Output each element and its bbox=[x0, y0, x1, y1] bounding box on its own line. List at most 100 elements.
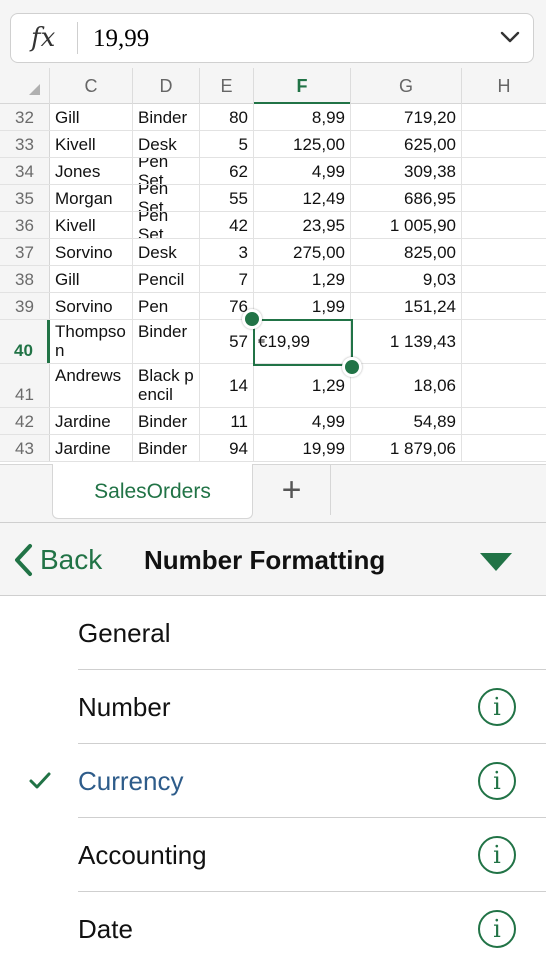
cell-g[interactable]: 825,00 bbox=[351, 239, 462, 265]
cell-e[interactable]: 55 bbox=[200, 185, 254, 211]
cell-e[interactable]: 94 bbox=[200, 435, 254, 461]
add-sheet-button[interactable]: + bbox=[253, 465, 331, 515]
cell-f[interactable]: 4,99 bbox=[254, 158, 351, 184]
row-header[interactable]: 32 bbox=[0, 104, 50, 130]
cell-d[interactable]: Binder bbox=[133, 320, 200, 363]
info-icon[interactable]: i bbox=[478, 836, 516, 874]
cell-d[interactable]: Desk bbox=[133, 131, 200, 157]
format-option-general[interactable]: General bbox=[0, 596, 546, 670]
cell-e[interactable]: 7 bbox=[200, 266, 254, 292]
row-header[interactable]: 36 bbox=[0, 212, 50, 238]
cell-g[interactable]: 151,24 bbox=[351, 293, 462, 319]
cell-d[interactable]: Binder bbox=[133, 435, 200, 461]
cell-c[interactable]: Kivell bbox=[50, 212, 133, 238]
cell-g[interactable]: 18,06 bbox=[351, 364, 462, 407]
cell-h[interactable] bbox=[462, 266, 546, 292]
cell-f[interactable]: 8,99 bbox=[254, 104, 351, 130]
row-header[interactable]: 33 bbox=[0, 131, 50, 157]
cell-d[interactable]: Desk bbox=[133, 239, 200, 265]
cell-c[interactable]: Thompson bbox=[50, 320, 133, 363]
cell-e[interactable]: 42 bbox=[200, 212, 254, 238]
cell-d[interactable]: Pen Set bbox=[133, 185, 200, 211]
row-header[interactable]: 43 bbox=[0, 435, 50, 461]
cell-c[interactable]: Kivell bbox=[50, 131, 133, 157]
info-icon[interactable]: i bbox=[478, 688, 516, 726]
cell-c[interactable]: Jardine bbox=[50, 408, 133, 434]
column-header-d[interactable]: D bbox=[133, 68, 200, 104]
cell-f[interactable]: 1,99 bbox=[254, 293, 351, 319]
cell-f[interactable]: 275,00 bbox=[254, 239, 351, 265]
cell-e[interactable]: 5 bbox=[200, 131, 254, 157]
cell-h[interactable] bbox=[462, 364, 546, 407]
cell-g[interactable]: 9,03 bbox=[351, 266, 462, 292]
cell-h[interactable] bbox=[462, 320, 546, 363]
formula-value[interactable]: 19,99 bbox=[93, 25, 149, 53]
cell-c[interactable]: Morgan bbox=[50, 185, 133, 211]
info-icon[interactable]: i bbox=[478, 762, 516, 800]
cell-h[interactable] bbox=[462, 158, 546, 184]
cell-f[interactable]: 23,95 bbox=[254, 212, 351, 238]
selection-handle-bottom-right[interactable] bbox=[342, 357, 362, 377]
cell-c[interactable]: Gill bbox=[50, 104, 133, 130]
sheet-tab-salesorders[interactable]: SalesOrders bbox=[52, 464, 253, 519]
row-header[interactable]: 42 bbox=[0, 408, 50, 434]
column-header-g[interactable]: G bbox=[351, 68, 462, 104]
cell-c[interactable]: Jardine bbox=[50, 435, 133, 461]
row-header[interactable]: 35 bbox=[0, 185, 50, 211]
cell-c[interactable]: Sorvino bbox=[50, 293, 133, 319]
cell-d[interactable]: Pen Set bbox=[133, 212, 200, 238]
cell-f[interactable]: 1,29 bbox=[254, 364, 351, 407]
cell-g[interactable]: 1 139,43 bbox=[351, 320, 462, 363]
format-option-number[interactable]: Number i bbox=[0, 670, 546, 744]
format-option-date[interactable]: Date i bbox=[0, 892, 546, 960]
cell-h[interactable] bbox=[462, 435, 546, 461]
cell-e[interactable]: 80 bbox=[200, 104, 254, 130]
cell-h[interactable] bbox=[462, 131, 546, 157]
cell-h[interactable] bbox=[462, 408, 546, 434]
cell-g[interactable]: 54,89 bbox=[351, 408, 462, 434]
cell-g[interactable]: 719,20 bbox=[351, 104, 462, 130]
row-header[interactable]: 34 bbox=[0, 158, 50, 184]
cell-h[interactable] bbox=[462, 104, 546, 130]
row-header[interactable]: 40 bbox=[0, 320, 50, 363]
cell-g[interactable]: 1 005,90 bbox=[351, 212, 462, 238]
select-all-corner[interactable] bbox=[0, 68, 50, 104]
cell-c[interactable]: Sorvino bbox=[50, 239, 133, 265]
cell-d[interactable]: Binder bbox=[133, 408, 200, 434]
cell-e[interactable]: 11 bbox=[200, 408, 254, 434]
row-header[interactable]: 37 bbox=[0, 239, 50, 265]
cell-h[interactable] bbox=[462, 239, 546, 265]
cell-g[interactable]: 1 879,06 bbox=[351, 435, 462, 461]
column-header-e[interactable]: E bbox=[200, 68, 254, 104]
cell-d[interactable]: Pen bbox=[133, 293, 200, 319]
row-header[interactable]: 39 bbox=[0, 293, 50, 319]
cell-g[interactable]: 686,95 bbox=[351, 185, 462, 211]
cell-d[interactable]: Binder bbox=[133, 104, 200, 130]
cell-h[interactable] bbox=[462, 212, 546, 238]
cell-d[interactable]: Black pencil bbox=[133, 364, 200, 407]
info-icon[interactable]: i bbox=[478, 910, 516, 948]
cell-e[interactable]: 3 bbox=[200, 239, 254, 265]
dropdown-triangle-icon[interactable] bbox=[480, 553, 512, 571]
formula-bar[interactable]: fx 19,99 bbox=[10, 13, 534, 63]
cell-c[interactable]: Jones bbox=[50, 158, 133, 184]
cell-g[interactable]: 625,00 bbox=[351, 131, 462, 157]
row-header[interactable]: 38 bbox=[0, 266, 50, 292]
cell-g[interactable]: 309,38 bbox=[351, 158, 462, 184]
selection-handle-top-left[interactable] bbox=[242, 309, 262, 329]
cell-e[interactable]: 62 bbox=[200, 158, 254, 184]
cell-f[interactable]: 19,99 bbox=[254, 435, 351, 461]
cell-c[interactable]: Andrews bbox=[50, 364, 133, 407]
cell-d[interactable]: Pencil bbox=[133, 266, 200, 292]
row-header[interactable]: 41 bbox=[0, 364, 50, 407]
column-header-f[interactable]: F bbox=[254, 68, 351, 105]
cell-h[interactable] bbox=[462, 185, 546, 211]
column-header-h[interactable]: H bbox=[462, 68, 546, 104]
chevron-down-icon[interactable] bbox=[499, 26, 521, 48]
format-option-currency[interactable]: Currency i bbox=[0, 744, 546, 818]
cell-e[interactable]: 14 bbox=[200, 364, 254, 407]
column-header-c[interactable]: C bbox=[50, 68, 133, 104]
format-option-accounting[interactable]: Accounting i bbox=[0, 818, 546, 892]
spreadsheet-grid[interactable]: 32 Gill Binder 80 8,99 719,20 33 Kivell Desk 5 125… bbox=[0, 104, 546, 464]
cell-h[interactable] bbox=[462, 293, 546, 319]
